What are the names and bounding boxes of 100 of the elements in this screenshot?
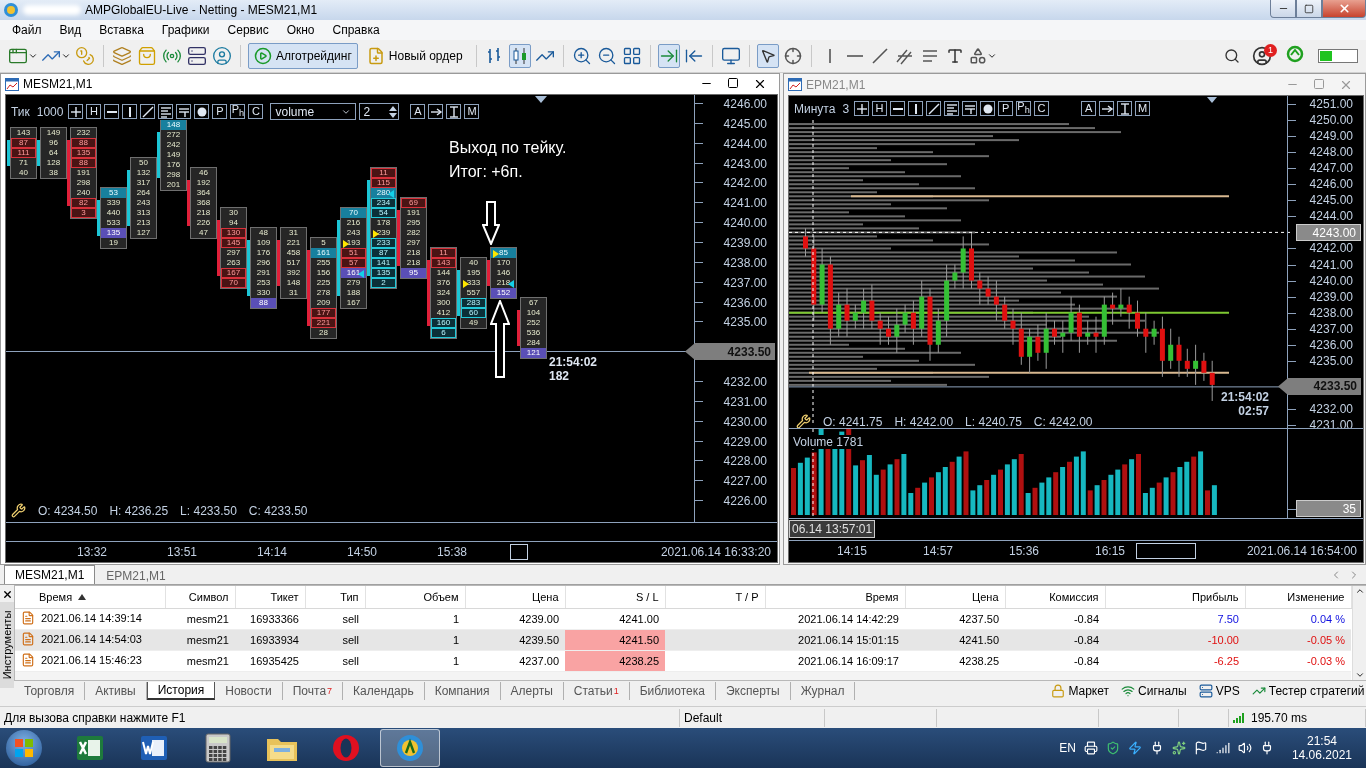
- panel-tab[interactable]: Календарь: [343, 681, 425, 700]
- panel-tab[interactable]: Библиотека: [629, 681, 716, 700]
- table-cell: 2021.06.14 14:39:14: [41, 611, 142, 624]
- panel-tab[interactable]: Активы: [85, 681, 147, 700]
- price-label: 4238.00: [723, 255, 767, 270]
- panel-link[interactable]: Тестер стратегий: [1251, 683, 1365, 698]
- indicator-select[interactable]: volume: [270, 103, 357, 120]
- table-cell: -6.25: [1105, 650, 1245, 672]
- table-row[interactable]: 2021.06.14 14:39:14 mesm21 16933366 sell 1 4239.00 4241.00 2021.06.14 14:42:29 4237.50 -0.84 7.50 0.04 %: [15, 608, 1351, 630]
- panel-tab[interactable]: Алерты: [500, 681, 564, 700]
- panel-tab[interactable]: Журнал: [790, 681, 856, 700]
- volume-cell-text: 178: [375, 218, 392, 228]
- column-header[interactable]: T / P: [665, 586, 765, 608]
- volume-cell: 152: [491, 288, 516, 298]
- countdown-text: 02:57: [1237, 404, 1269, 418]
- column-header[interactable]: Комиссия: [1005, 586, 1105, 608]
- panel-link[interactable]: Маркет: [1051, 683, 1109, 698]
- chart-tab[interactable]: EPM21,M1: [95, 567, 177, 584]
- table-row[interactable]: 2021.06.14 14:54:03 mesm21 16933934 sell 1 4239.50 4241.50 2021.06.14 15:01:15 4241.50 -0.84 -10.00 -0.05 %: [15, 629, 1351, 651]
- chart-tool-button[interactable]: M: [1135, 101, 1151, 116]
- chart-tool-button[interactable]: A: [1081, 101, 1097, 116]
- panel-link[interactable]: Сигналы: [1121, 683, 1187, 698]
- chart-tool-button[interactable]: M: [464, 104, 480, 119]
- panel-tab[interactable]: Эксперты: [715, 681, 791, 700]
- menu-item[interactable]: Окно: [277, 23, 324, 37]
- column-header[interactable]: Тикет: [235, 586, 305, 608]
- menu-item[interactable]: Сервис: [218, 23, 278, 37]
- table-cell: 1: [365, 629, 465, 651]
- column-header[interactable]: Изменение: [1245, 586, 1351, 608]
- volume-cell: 70: [341, 208, 366, 218]
- volume-cell-text: 264: [135, 188, 152, 198]
- price-tag: 4233.50: [1278, 377, 1361, 395]
- column-header[interactable]: Цена: [465, 586, 565, 608]
- price-label: 4240.00: [1309, 273, 1353, 288]
- price-label: 4240.00: [723, 216, 767, 231]
- volume-cell-text: 192: [195, 178, 212, 188]
- volume-cell-text: 392: [285, 268, 302, 278]
- column-header[interactable]: Время: [15, 586, 165, 608]
- chart-tool-button[interactable]: H: [872, 101, 888, 116]
- table-row[interactable]: 2021.06.14 15:46:23 mesm21 16935425 sell 1 4237.00 4238.25 2021.06.14 16:09:17 4238.25 -0.84 -6.25 -0.03 %: [15, 650, 1351, 672]
- column-header[interactable]: Символ: [165, 586, 235, 608]
- ping-text: 195.70 ms: [1251, 710, 1308, 725]
- volume-cell-text: 297: [405, 238, 422, 248]
- volume-cell-text: 517: [285, 258, 302, 268]
- volume-cell-text: 218: [195, 208, 212, 218]
- volume-cell-text: 67: [528, 298, 539, 308]
- chart-tool-button[interactable]: P: [998, 101, 1014, 116]
- price-label: 4241.00: [1309, 257, 1353, 272]
- column-header[interactable]: Объем: [365, 586, 465, 608]
- table-cell: -0.84: [1005, 650, 1105, 672]
- table-cell: 16935425: [235, 650, 305, 672]
- volume-cell-text: 330: [255, 288, 272, 298]
- panel-link[interactable]: VPS: [1198, 683, 1240, 698]
- volume-cell: 221: [311, 318, 336, 328]
- language-indicator[interactable]: EN: [1059, 741, 1076, 755]
- spin-field[interactable]: 2: [359, 103, 400, 120]
- menu-item[interactable]: Графики: [152, 23, 219, 37]
- volume-cell-text: 536: [525, 328, 542, 338]
- count-text: 7: [327, 685, 333, 696]
- chart-tool-button[interactable]: P$_{h}$: [230, 104, 246, 119]
- column-header[interactable]: Тип: [305, 586, 365, 608]
- chart-tool-button[interactable]: P: [212, 104, 228, 119]
- volume-cell-text: 94: [228, 218, 239, 228]
- chart-tool-button[interactable]: A: [410, 104, 426, 119]
- menu-item[interactable]: Вставка: [90, 23, 153, 37]
- menu-item[interactable]: Справка: [323, 23, 389, 37]
- new-order-button[interactable]: Новый ордер: [360, 43, 469, 69]
- chart-tool-button[interactable]: P$_{h}$: [1016, 101, 1032, 116]
- volume-cell-text: 282: [405, 228, 422, 238]
- table-cell: 2021.06.14 15:46:23: [41, 653, 142, 666]
- column-header[interactable]: Время: [765, 586, 905, 608]
- time-label: 14:57: [922, 544, 954, 558]
- table-cell: 0.04 %: [1245, 608, 1351, 630]
- volume-cell-text: 132: [135, 168, 152, 178]
- menu-item[interactable]: Вид: [50, 23, 91, 37]
- chart-tool-button[interactable]: H: [86, 104, 102, 119]
- volume-cell-text: 364: [195, 188, 212, 198]
- price-label: 4236.00: [1309, 337, 1353, 352]
- algo-trading-button[interactable]: Алготрейдинг: [248, 43, 358, 69]
- panel-tab[interactable]: История: [146, 681, 216, 700]
- chart-tool-button[interactable]: C: [248, 104, 264, 119]
- price-label: 4229.00: [723, 434, 767, 449]
- table-cell: sell: [305, 608, 365, 630]
- column-header[interactable]: Прибыль: [1105, 586, 1245, 608]
- column-header[interactable]: Цена: [905, 586, 1005, 608]
- panel-tab[interactable]: Торговля: [14, 681, 86, 700]
- column-header[interactable]: S / L: [565, 586, 665, 608]
- chart-tab[interactable]: MESM21,M1: [4, 565, 96, 584]
- price-label: 4251.00: [1309, 97, 1353, 111]
- time-label: 14:50: [346, 545, 378, 559]
- volume-cell-text: 272: [165, 130, 182, 140]
- volume-cell: 333: [461, 278, 486, 288]
- panel-tab[interactable]: Компания: [424, 681, 501, 700]
- menu-item[interactable]: Файл: [3, 23, 51, 37]
- table-cell: 4241.50: [565, 629, 665, 651]
- chart-tool-button[interactable]: C: [1034, 101, 1050, 116]
- volume-cell-text: 188: [345, 288, 362, 298]
- panel-tab[interactable]: Новости: [215, 681, 283, 700]
- table-cell: 1: [365, 650, 465, 672]
- volume-cell: 11: [371, 168, 396, 178]
